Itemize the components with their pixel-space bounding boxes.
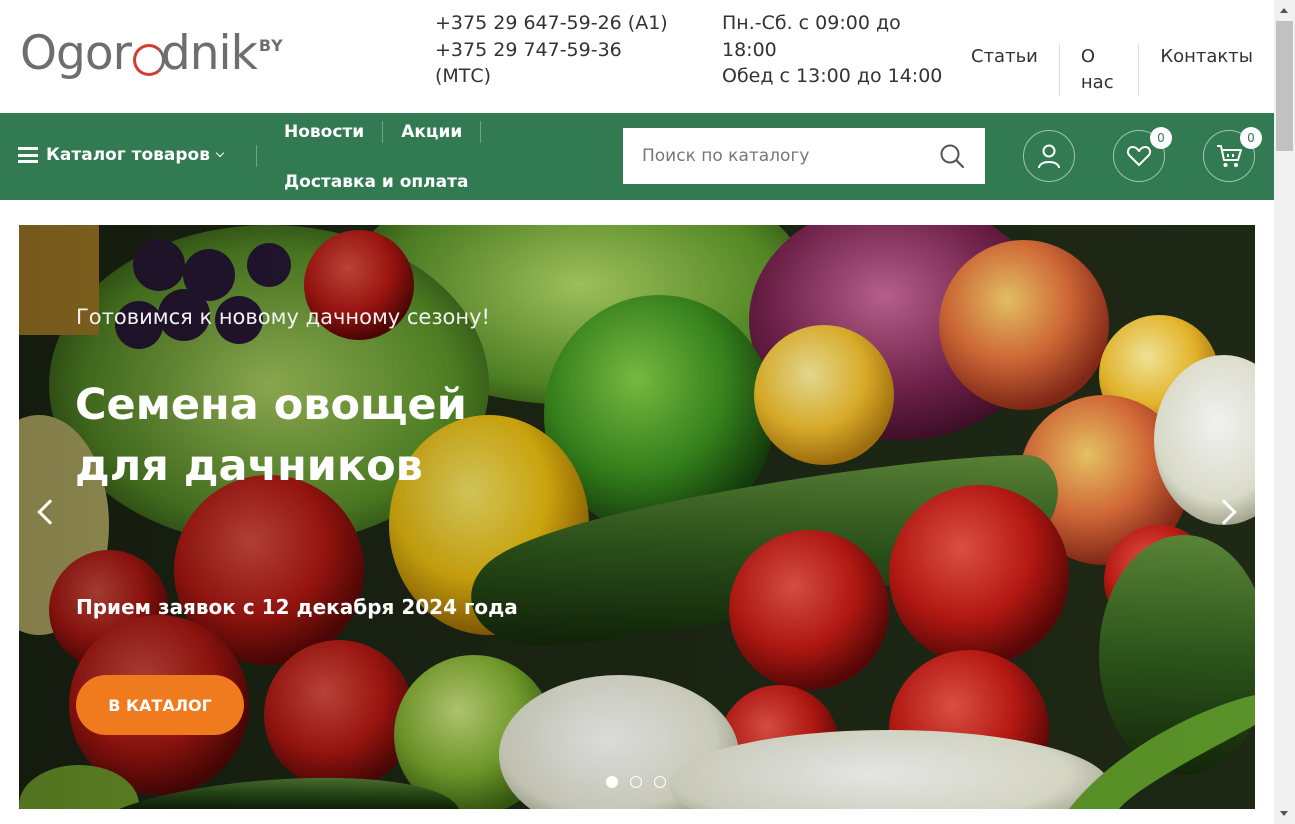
hamburger-icon <box>18 147 38 163</box>
link-about[interactable]: О нас <box>1058 44 1138 96</box>
hours-line-2: 18:00 <box>722 38 777 61</box>
search-box <box>623 128 985 184</box>
link-contacts[interactable]: Контакты <box>1138 44 1274 96</box>
logo-suffix: BY <box>258 36 284 55</box>
phone-a1[interactable]: +375 29 647-59-26 (A1) <box>435 10 668 37</box>
user-icon <box>1038 144 1060 169</box>
scroll-thumb[interactable] <box>1276 21 1293 151</box>
scroll-up-arrow[interactable] <box>1280 8 1288 13</box>
link-articles[interactable]: Статьи <box>950 44 1059 96</box>
logo-wordmark: Ogorodnik <box>20 26 258 81</box>
hours-line-3: Обед с 13:00 до 14:00 <box>722 65 943 87</box>
page-scrollbar[interactable] <box>1274 0 1295 824</box>
site-logo[interactable]: Ogorodnik BY <box>20 26 284 82</box>
nav-divider <box>256 145 257 167</box>
hero-title: Семена овощей для дачников <box>75 380 467 491</box>
search-icon[interactable] <box>939 143 965 169</box>
working-hours: Пн.-Сб. с 09:00 до 18:00 Обед с 13:00 до… <box>722 10 952 90</box>
wishlist-count-badge: 0 <box>1150 127 1172 149</box>
phone-mts-label: (МТС) <box>435 65 492 87</box>
header-links: Статьи О нас Контакты <box>950 44 1274 96</box>
scroll-down-arrow[interactable] <box>1280 811 1288 816</box>
catalog-label: Каталог товаров <box>46 145 210 165</box>
account-button[interactable] <box>1023 130 1075 182</box>
catalog-menu-button[interactable]: Каталог товаров <box>18 145 225 165</box>
hours-line-1: Пн.-Сб. с 09:00 до <box>722 12 901 34</box>
cart-count-badge: 0 <box>1240 127 1262 149</box>
cart-button[interactable]: 0 <box>1203 127 1262 182</box>
nav-links: Новости Акции <box>284 121 499 143</box>
chevron-down-icon <box>215 148 225 158</box>
hero-date-line: Прием заявок с 12 декабря 2024 года <box>76 595 518 619</box>
slide-dot-2[interactable] <box>630 776 642 788</box>
nav-link-delivery[interactable]: Доставка и оплата <box>284 171 468 193</box>
nav-link-promos[interactable]: Акции <box>401 121 482 143</box>
hero-slider: Готовимся к новому дачному сезону! Семен… <box>19 225 1255 809</box>
phone-mts[interactable]: +375 29 747-59-36 <box>435 37 668 64</box>
nav-link-news[interactable]: Новости <box>284 121 384 143</box>
main-nav: Каталог товаров Новости Акции Доставка и… <box>0 113 1274 200</box>
cart-icon <box>1217 145 1242 167</box>
slider-pagination <box>606 776 666 788</box>
slide-dot-3[interactable] <box>654 776 666 788</box>
slide-dot-1[interactable] <box>606 776 618 788</box>
hero-subtitle: Готовимся к новому дачному сезону! <box>76 305 490 329</box>
phone-block: +375 29 647-59-26 (A1) +375 29 747-59-36… <box>435 10 668 90</box>
search-input[interactable] <box>623 128 923 184</box>
heart-icon <box>1126 146 1152 166</box>
wishlist-button[interactable]: 0 <box>1113 127 1172 182</box>
top-header: Ogorodnik BY +375 29 647-59-26 (A1) +375… <box>0 0 1274 113</box>
catalog-cta-button[interactable]: В КАТАЛОГ <box>76 675 244 735</box>
